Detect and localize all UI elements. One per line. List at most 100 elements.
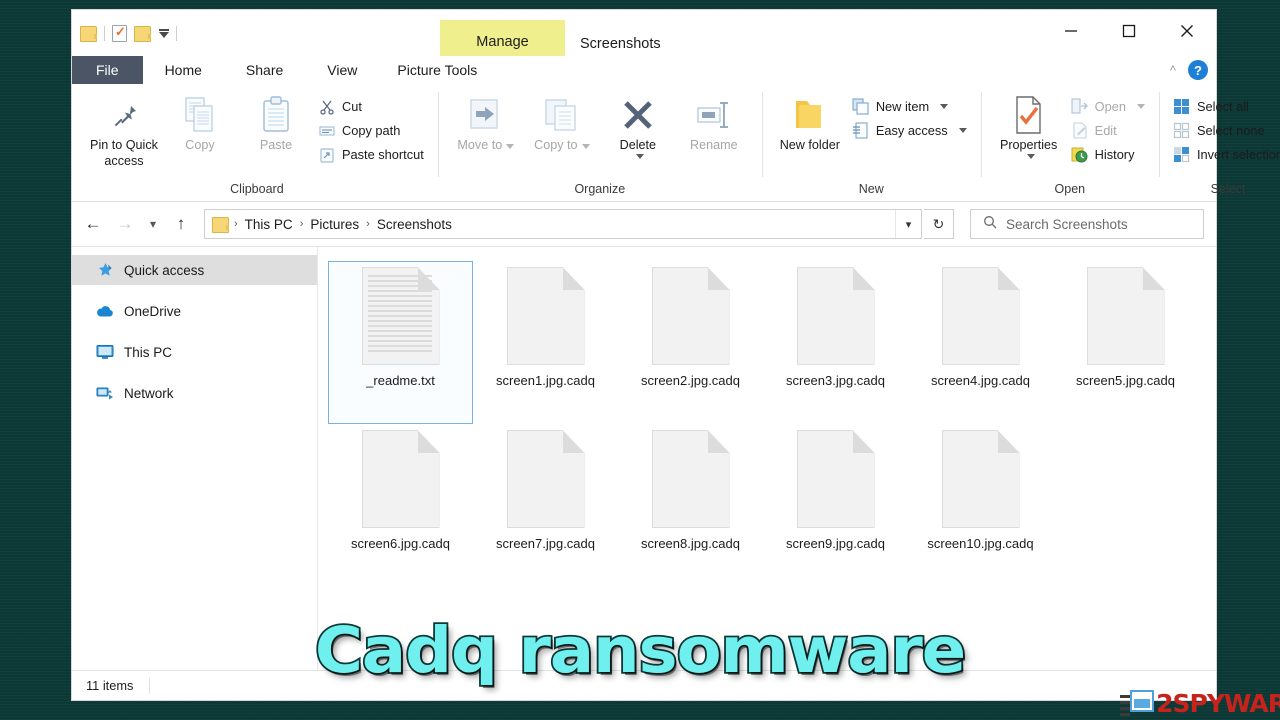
up-arrow-icon[interactable]: ↑ [166,209,196,239]
paste-button[interactable]: Paste [238,90,314,154]
text-document-icon [361,267,440,365]
easy-access-icon [852,122,869,139]
pin-to-quick-access-button[interactable]: Pin to Quick access [86,90,162,169]
maximize-button[interactable] [1100,10,1158,52]
move-to-label: Move to [457,138,515,154]
delete-button[interactable]: Delete [600,90,676,159]
file-item-screen6[interactable]: screen6.jpg.cadq [328,424,473,587]
file-name-label: screen9.jpg.cadq [785,536,885,551]
move-to-button[interactable]: Move to [448,90,524,154]
group-label-open: Open [1054,182,1086,196]
monitor-icon [96,343,114,361]
invert-selection-button[interactable]: Invert selection [1169,144,1280,165]
file-item-screen1[interactable]: screen1.jpg.cadq [473,261,618,424]
sidebar-item-this-pc[interactable]: This PC [72,337,317,367]
toolbar-divider [104,25,105,41]
properties-dropdown-caret[interactable] [1026,153,1035,159]
select-all-button[interactable]: Select all [1169,96,1280,117]
group-label-clipboard: Clipboard [230,182,284,196]
properties-icon[interactable] [112,24,127,42]
toolbar-divider [176,25,177,41]
file-item-screen5[interactable]: screen5.jpg.cadq [1053,261,1198,424]
copy-button[interactable]: Copy [162,90,238,154]
breadcrumb-separator: › [234,218,238,230]
easy-access-label: Easy access [875,123,948,138]
tab-home[interactable]: Home [142,56,224,84]
paste-shortcut-label: Paste shortcut [342,147,424,162]
search-input[interactable]: Search Screenshots [970,209,1204,239]
file-name-label: screen6.jpg.cadq [350,536,450,551]
refresh-icon[interactable]: ↻ [924,209,954,239]
back-arrow-icon[interactable]: ← [78,209,108,239]
file-item-screen3[interactable]: screen3.jpg.cadq [763,261,908,424]
file-item-screen10[interactable]: screen10.jpg.cadq [908,424,1053,587]
breadcrumb-item-screenshots[interactable]: Screenshots [373,217,456,232]
tab-view[interactable]: View [305,56,379,84]
file-item-screen7[interactable]: screen7.jpg.cadq [473,424,618,587]
cut-button[interactable]: Cut [314,96,428,117]
group-label-new: New [858,182,884,196]
ribbon-group-new: New folder New item Easy access New [761,84,981,201]
file-item-screen4[interactable]: screen4.jpg.cadq [908,261,1053,424]
properties-button[interactable]: Properties [991,90,1067,159]
chevron-down-icon[interactable]: ▾ [895,210,921,238]
copy-to-button[interactable]: Copy to [524,90,600,154]
ribbon-group-organize: Move to Copy to Delete Rename Organize [437,84,762,201]
blank-document-icon [796,430,875,528]
open-button[interactable]: Open [1067,96,1149,117]
copy-path-button[interactable]: Copy path [314,120,428,141]
recent-locations-icon[interactable]: ▾ [142,209,164,239]
folder-icon[interactable] [134,25,151,42]
sidebar-item-label: Network [124,385,174,401]
sidebar-item-network[interactable]: Network [72,378,317,408]
select-none-button[interactable]: Select none [1169,120,1280,141]
ribbon-tab-strip: File Home Share View Picture Tools ^ ? [72,56,1216,84]
forward-arrow-icon[interactable]: → [110,209,140,239]
file-name-label: screen3.jpg.cadq [785,373,885,388]
breadcrumb-item-this-pc[interactable]: This PC [241,217,297,232]
breadcrumb-bar[interactable]: › This PC › Pictures › Screenshots ▾ [204,209,922,239]
customize-dropdown-icon[interactable] [158,28,169,38]
ribbon-right-controls: ^ ? [1170,56,1208,84]
file-name-label: screen1.jpg.cadq [495,373,595,388]
rename-button[interactable]: Rename [676,90,752,154]
easy-access-button[interactable]: Easy access [848,120,971,141]
breadcrumb-item-pictures[interactable]: Pictures [306,217,363,232]
close-button[interactable] [1158,10,1216,52]
minimize-button[interactable] [1042,10,1100,52]
window-title: Screenshots [580,36,661,52]
file-item-readme[interactable]: _readme.txt [328,261,473,424]
paste-icon [261,94,291,136]
paste-shortcut-button[interactable]: Paste shortcut [314,144,428,165]
blank-document-icon [941,267,1020,365]
file-item-screen8[interactable]: screen8.jpg.cadq [618,424,763,587]
edit-button[interactable]: Edit [1067,120,1149,141]
help-icon[interactable]: ? [1188,60,1208,80]
chevron-up-icon[interactable]: ^ [1170,63,1176,78]
history-button[interactable]: History [1067,144,1149,165]
blank-document-icon [506,267,585,365]
copy-to-label: Copy to [534,138,590,154]
tab-strip-filler [495,56,1216,84]
tab-file[interactable]: File [72,56,143,84]
file-item-screen2[interactable]: screen2.jpg.cadq [618,261,763,424]
tab-picture-tools[interactable]: Picture Tools [379,56,495,84]
file-item-screen9[interactable]: screen9.jpg.cadq [763,424,908,587]
breadcrumb-separator: › [299,218,304,230]
file-list-view[interactable]: _readme.txt screen1.jpg.cadq screen2.jpg… [318,247,1216,670]
new-item-icon [852,98,869,115]
tab-share[interactable]: Share [224,56,305,84]
ribbon-group-select: Select all Select none Invert selection … [1158,84,1280,201]
delete-dropdown-caret[interactable] [635,153,644,159]
sidebar-item-label: OneDrive [124,303,182,319]
new-item-button[interactable]: New item [848,96,971,117]
search-placeholder: Search Screenshots [1006,216,1128,232]
sidebar-item-quick-access[interactable]: Quick access [72,255,317,285]
edit-icon [1071,122,1088,139]
delete-label: Delete [619,138,657,152]
new-folder-button[interactable]: New folder [772,90,848,154]
sidebar-item-onedrive[interactable]: OneDrive [72,296,317,326]
open-icon [1071,98,1088,115]
folder-icon[interactable] [80,25,97,42]
quick-access-toolbar [72,10,177,44]
